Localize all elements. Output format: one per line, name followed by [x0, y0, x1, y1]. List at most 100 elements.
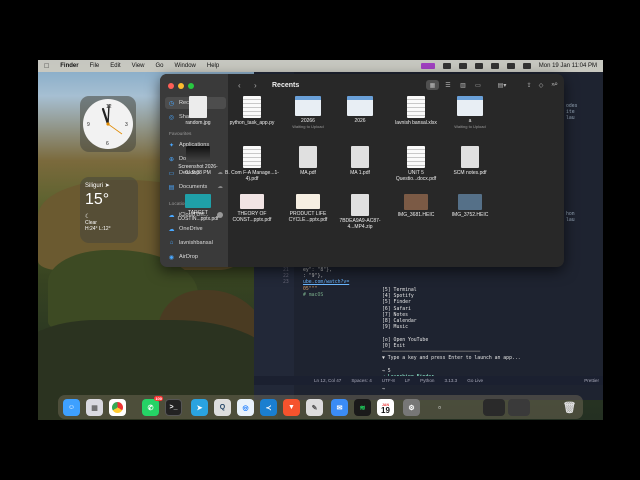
- window2-icon[interactable]: [483, 399, 505, 416]
- quicktime-icon[interactable]: Q: [214, 399, 231, 416]
- share-icon[interactable]: ⇪: [524, 80, 534, 90]
- file-name: random.jpg: [185, 120, 211, 126]
- sidebar-item-airdrop[interactable]: ◉ AirDrop: [165, 251, 226, 263]
- status-encoding[interactable]: UTF-8: [382, 378, 395, 383]
- file-thumbnail-icon: [240, 194, 264, 209]
- tag-icon[interactable]: ◇: [536, 80, 546, 90]
- status-position[interactable]: Ln 12, Col 47: [314, 378, 341, 383]
- file-item[interactable]: lavnish bansal.xlsx: [388, 96, 444, 126]
- status-version[interactable]: 3.13.3: [444, 378, 457, 383]
- menu-help[interactable]: Help: [207, 63, 219, 69]
- forward-icon[interactable]: ›: [254, 81, 257, 90]
- status-golive[interactable]: Go Live: [467, 378, 483, 383]
- file-item[interactable]: IMG_3752.HEIC: [442, 194, 498, 218]
- clock-widget[interactable]: 12 3 6 9: [80, 96, 136, 152]
- status-eol[interactable]: LF: [405, 378, 410, 383]
- weather-city: Siliguri: [85, 183, 104, 189]
- file-item[interactable]: TARGET COSTIN...pptx.pdf: [170, 194, 226, 222]
- file-item[interactable]: python_task_app.py: [224, 96, 280, 126]
- svg-text:3: 3: [125, 122, 128, 128]
- desktop:  Finder File Edit View Go Window Help M…: [38, 60, 603, 420]
- file-item[interactable]: IMG_3681.HEIC: [388, 194, 444, 218]
- file-name: 2026: [354, 118, 366, 124]
- vscode-icon[interactable]: ≺: [260, 399, 277, 416]
- close-window-button[interactable]: [168, 83, 174, 89]
- file-name: THEORY OF CONST...pptx.pdf: [232, 211, 272, 223]
- status-app-icon[interactable]: [420, 63, 435, 69]
- sidebar-label: lavnishbansal: [179, 240, 213, 246]
- status-language[interactable]: Python: [420, 378, 434, 383]
- zoom-window-button[interactable]: [188, 83, 194, 89]
- code-area[interactable]: 21 22 23 ey": "8"}, : "9"}, ube.com/watc…: [283, 268, 383, 299]
- menu-go[interactable]: Go: [156, 63, 164, 69]
- file-name: IMG_3681.HEIC: [397, 212, 435, 218]
- search-icon[interactable]: [490, 63, 499, 69]
- calendar-icon[interactable]: JAN 19: [377, 399, 394, 416]
- finder-title: Recents: [272, 82, 300, 89]
- safari-icon[interactable]: ◎: [237, 399, 254, 416]
- file-thumbnail-icon: [457, 96, 483, 116]
- window-icon[interactable]: ▫: [431, 399, 448, 416]
- menu-view[interactable]: View: [132, 63, 145, 69]
- file-thumbnail-icon: [347, 96, 373, 116]
- apple-menu-icon[interactable]: : [44, 63, 49, 70]
- finder-window[interactable]: ◷Recents ◎Shared Favourites ✦Application…: [160, 74, 564, 267]
- file-item[interactable]: PRODUCT LIFE CYCLE...pptx.pdf: [280, 194, 336, 223]
- file-item[interactable]: MA 1.pdf: [332, 146, 388, 176]
- siri-icon[interactable]: [522, 63, 531, 69]
- status-icon[interactable]: [442, 63, 451, 69]
- terminal-panel[interactable]: [5] Terminal [4] Spotify [5] Finder [6] …: [382, 288, 587, 392]
- file-item[interactable]: MA.pdf: [280, 146, 336, 176]
- chrome-icon[interactable]: [109, 399, 126, 416]
- trash-icon[interactable]: 🗑: [561, 399, 578, 416]
- terminal-icon[interactable]: >_: [165, 399, 182, 416]
- calendar-day: 19: [381, 405, 390, 415]
- sidebar-item-onedrive[interactable]: ☁ OneDrive: [165, 223, 226, 235]
- file-item[interactable]: SCM notes.pdf: [442, 146, 498, 176]
- view-gallery-icon[interactable]: ▭: [472, 80, 484, 90]
- minimize-window-button[interactable]: [178, 83, 184, 89]
- menu-app-name[interactable]: Finder: [60, 63, 78, 69]
- mail-icon[interactable]: ✉: [331, 399, 348, 416]
- battery-icon[interactable]: [458, 63, 467, 69]
- telegram-icon[interactable]: ➤: [191, 399, 208, 416]
- weather-temp: 15°: [85, 191, 110, 208]
- file-item[interactable]: 20266 Waiting to Upload: [280, 96, 336, 129]
- file-item[interactable]: Screenshot 2026-0...9.08 PM: [170, 146, 226, 176]
- control-center-icon[interactable]: [506, 63, 515, 69]
- sidebar-item-home[interactable]: ⌂ lavnishbansal: [165, 237, 226, 249]
- notes-icon[interactable]: ✎: [306, 399, 323, 416]
- view-list-icon[interactable]: ☰: [442, 80, 454, 90]
- status-spaces[interactable]: Spaces: 4: [351, 378, 371, 383]
- window3-icon[interactable]: [508, 399, 530, 416]
- menu-edit[interactable]: Edit: [110, 63, 120, 69]
- file-item[interactable]: UNIT 5 Questio...docx.pdf: [388, 146, 444, 182]
- weather-widget[interactable]: Siliguri ➤ 15° ☾ Clear H:24° L:12°: [80, 177, 138, 243]
- home-icon: ⌂: [169, 240, 174, 246]
- finder-icon[interactable]: ☺: [63, 399, 80, 416]
- file-item[interactable]: B. Com F-A Manage...1-4).pdf: [224, 146, 280, 182]
- view-icons-icon[interactable]: ▦: [426, 80, 439, 90]
- status-prettier[interactable]: Prettier: [584, 378, 599, 383]
- menu-datetime[interactable]: Mon 19 Jan 11:04 PM: [539, 63, 597, 69]
- clock-face: 12 3 6 9: [83, 99, 133, 149]
- view-columns-icon[interactable]: ▥: [457, 80, 469, 90]
- file-name: python_task_app.py: [229, 120, 275, 126]
- brave-icon[interactable]: ▼: [283, 399, 300, 416]
- file-item[interactable]: 2026: [332, 96, 388, 124]
- file-item[interactable]: a Waiting to Upload: [442, 96, 498, 129]
- file-item[interactable]: random.jpg: [170, 96, 226, 126]
- group-by-icon[interactable]: ▤▾: [494, 80, 510, 90]
- menu-file[interactable]: File: [90, 63, 100, 69]
- wifi-icon[interactable]: [474, 63, 483, 69]
- spotify-icon[interactable]: ≋: [354, 399, 371, 416]
- whatsapp-icon[interactable]: ✆ 100: [142, 396, 163, 416]
- sidebar-item-documents[interactable]: ▤ Documents ☁: [165, 181, 226, 193]
- back-icon[interactable]: ‹: [238, 81, 241, 90]
- launchpad-icon[interactable]: ▦: [86, 399, 103, 416]
- search-icon[interactable]: ⌕: [554, 81, 558, 89]
- file-item[interactable]: 7BDEA9A9-AC87-4...MP4.zip: [332, 194, 388, 230]
- menu-window[interactable]: Window: [175, 63, 196, 69]
- settings-icon[interactable]: ⚙: [403, 399, 420, 416]
- file-item[interactable]: THEORY OF CONST...pptx.pdf: [224, 194, 280, 223]
